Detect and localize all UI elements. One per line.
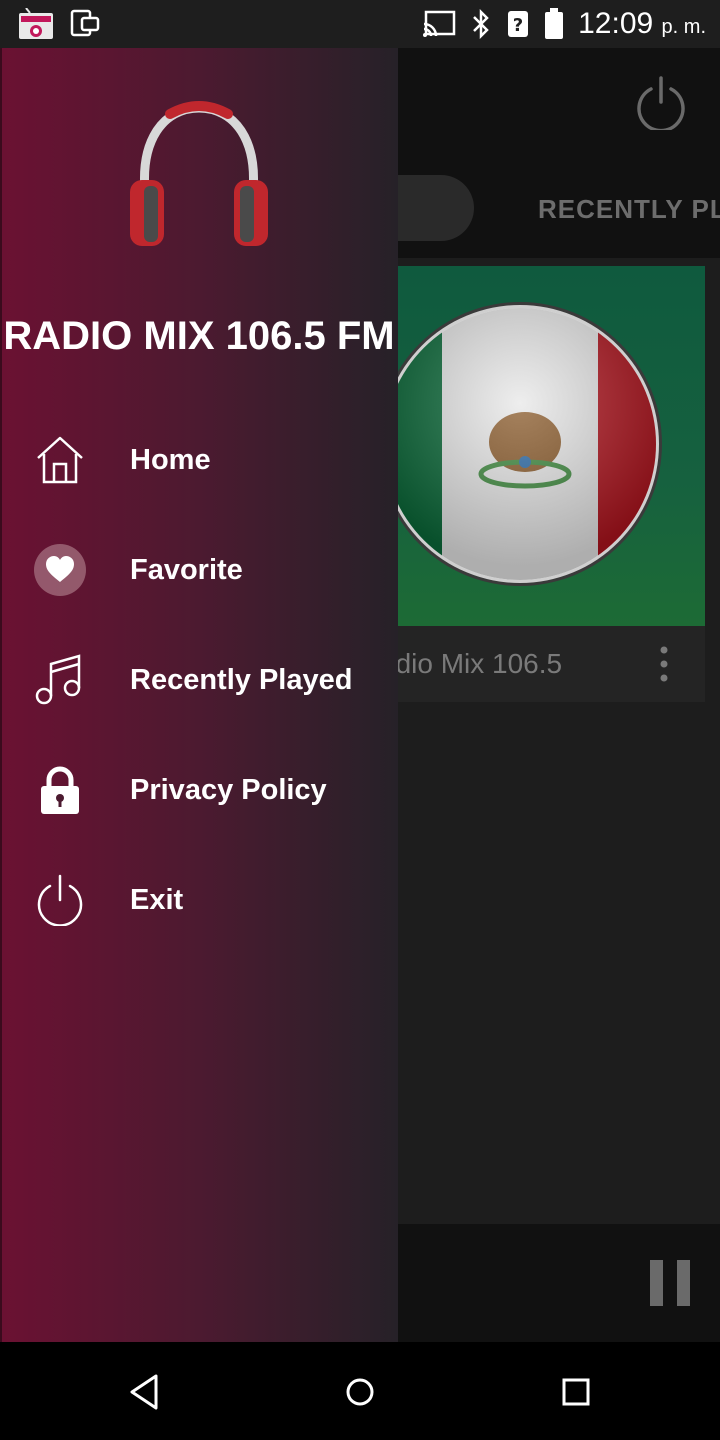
power-icon[interactable] [634,76,688,130]
menu-item-home[interactable]: Home [0,416,398,506]
menu-label-favorite: Favorite [130,554,243,586]
more-vert-icon[interactable] [656,646,672,682]
back-icon[interactable] [120,1368,168,1416]
no-signal-icon: ? [508,11,529,37]
station-name: adio Mix 106.5 [380,648,563,679]
home-nav-icon[interactable] [336,1368,384,1416]
cast-icon [423,10,456,37]
recents-icon[interactable] [552,1368,600,1416]
menu-item-exit[interactable]: Exit [0,856,398,946]
home-icon [37,436,83,484]
music-note-icon [35,654,81,705]
menu-label-privacy-policy: Privacy Policy [130,774,327,806]
radio-app-icon [19,8,53,39]
lock-icon [41,766,79,814]
power-icon [37,874,83,926]
menu-item-favorite[interactable]: Favorite [0,526,398,616]
clock-time: 12:09 [578,7,654,40]
headphones-icon [130,101,268,246]
screenshot-icon [70,9,100,37]
menu-item-privacy-policy[interactable]: Privacy Policy [0,746,398,836]
menu-label-recently-played: Recently Played [130,664,353,696]
menu-label-exit: Exit [130,884,184,916]
pause-icon[interactable] [650,1260,690,1306]
menu-label-home: Home [130,444,211,476]
navigation-drawer: RADIO MIX 106.5 FM Home Favorite Recentl… [0,48,398,1342]
station-card[interactable]: adio Mix 106.5 [380,266,705,702]
clock-ampm: p. m. [661,16,706,38]
mexico-flag-icon [380,302,662,586]
station-image [380,266,705,626]
heart-icon [34,544,86,596]
tab-recently-played[interactable]: RECENTLY PL [538,194,720,225]
bluetooth-icon [473,9,489,39]
battery-icon [545,8,564,39]
system-nav-bar [0,1342,720,1440]
svg-text:?: ? [513,15,523,36]
status-bar: ? 12:09 p. m. [0,0,720,48]
menu-item-recently-played[interactable]: Recently Played [0,636,398,726]
clock: 12:09 p. m. [578,7,706,41]
drawer-title: RADIO MIX 106.5 FM [3,314,395,358]
